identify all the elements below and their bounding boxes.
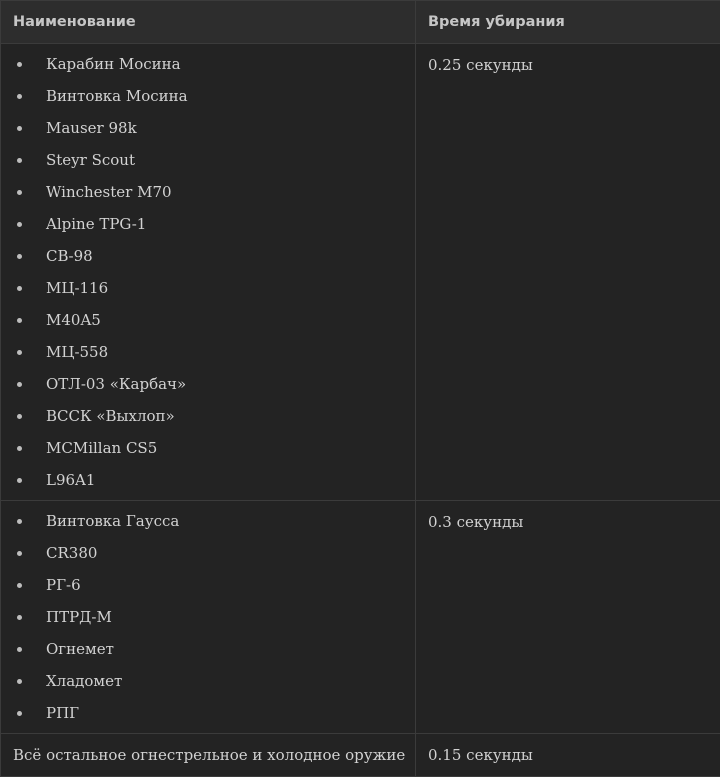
bullet-icon <box>17 519 22 524</box>
weapon-name: МЦ-558 <box>46 343 108 361</box>
weapon-name: Winchester M70 <box>46 183 172 201</box>
bullet-icon <box>17 382 22 387</box>
list-item: CR380 <box>1 537 415 569</box>
list-item: M40A5 <box>1 304 415 336</box>
weapon-list: Карабин Мосина Винтовка Мосина Mauser 98… <box>1 44 415 500</box>
list-item: Винтовка Мосина <box>1 80 415 112</box>
other-weapons-label: Всё остальное огнестрельное и холодное о… <box>1 734 415 776</box>
bullet-icon <box>17 62 22 67</box>
weapon-name: CR380 <box>46 544 97 562</box>
weapon-name: Mauser 98k <box>46 119 137 137</box>
holster-time: 0.15 секунды <box>416 734 720 776</box>
weapon-name: ВССК «Выхлоп» <box>46 407 175 425</box>
list-item: Карабин Мосина <box>1 48 415 80</box>
weapon-name: L96A1 <box>46 471 95 489</box>
table-header-row: Наименование Время убирания <box>1 1 720 44</box>
bullet-icon <box>17 478 22 483</box>
column-header-time: Время убирания <box>416 1 720 44</box>
bullet-icon <box>17 94 22 99</box>
time-cell: 0.3 секунды <box>416 501 720 734</box>
list-item: Огнемет <box>1 633 415 665</box>
list-item: ВССК «Выхлоп» <box>1 400 415 432</box>
weapon-name: Карабин Мосина <box>46 55 181 73</box>
column-header-name: Наименование <box>1 1 416 44</box>
bullet-icon <box>17 583 22 588</box>
weapon-name: ОТЛ-03 «Карбач» <box>46 375 186 393</box>
holster-time: 0.3 секунды <box>416 501 720 534</box>
bullet-icon <box>17 350 22 355</box>
list-item: Alpine TPG-1 <box>1 208 415 240</box>
bullet-icon <box>17 615 22 620</box>
list-item: L96A1 <box>1 464 415 496</box>
bullet-icon <box>17 318 22 323</box>
weapon-name: РГ-6 <box>46 576 81 594</box>
bullet-icon <box>17 647 22 652</box>
table-row: Всё остальное огнестрельное и холодное о… <box>1 734 720 777</box>
weapon-name: Винтовка Гаусса <box>46 512 179 530</box>
list-item: ОТЛ-03 «Карбач» <box>1 368 415 400</box>
holster-time: 0.25 секунды <box>416 44 720 77</box>
weapon-holster-time-table: Наименование Время убирания Карабин Моси… <box>0 0 720 777</box>
list-item: МЦ-116 <box>1 272 415 304</box>
list-item: СВ-98 <box>1 240 415 272</box>
bullet-icon <box>17 446 22 451</box>
weapon-name: M40A5 <box>46 311 101 329</box>
other-weapons-cell: Всё остальное огнестрельное и холодное о… <box>1 734 416 777</box>
weapon-list-cell: Карабин Мосина Винтовка Мосина Mauser 98… <box>1 44 416 501</box>
weapon-name: MCMillan CS5 <box>46 439 157 457</box>
weapon-name: ПТРД-М <box>46 608 112 626</box>
time-cell: 0.25 секунды <box>416 44 720 501</box>
table-row: Винтовка Гаусса CR380 РГ-6 ПТРД-М Огнеме… <box>1 501 720 734</box>
weapon-name: Steyr Scout <box>46 151 135 169</box>
bullet-icon <box>17 711 22 716</box>
list-item: MCMillan CS5 <box>1 432 415 464</box>
weapon-name: Огнемет <box>46 640 114 658</box>
list-item: РПГ <box>1 697 415 729</box>
list-item: ПТРД-М <box>1 601 415 633</box>
weapon-list: Винтовка Гаусса CR380 РГ-6 ПТРД-М Огнеме… <box>1 501 415 733</box>
list-item: Винтовка Гаусса <box>1 505 415 537</box>
bullet-icon <box>17 414 22 419</box>
table-row: Карабин Мосина Винтовка Мосина Mauser 98… <box>1 44 720 501</box>
bullet-icon <box>17 254 22 259</box>
bullet-icon <box>17 158 22 163</box>
list-item: Mauser 98k <box>1 112 415 144</box>
bullet-icon <box>17 126 22 131</box>
weapon-name: Винтовка Мосина <box>46 87 188 105</box>
list-item: Хладомет <box>1 665 415 697</box>
time-cell: 0.15 секунды <box>416 734 720 777</box>
bullet-icon <box>17 190 22 195</box>
weapon-name: РПГ <box>46 704 79 722</box>
bullet-icon <box>17 679 22 684</box>
weapon-list-cell: Винтовка Гаусса CR380 РГ-6 ПТРД-М Огнеме… <box>1 501 416 734</box>
list-item: РГ-6 <box>1 569 415 601</box>
bullet-icon <box>17 222 22 227</box>
weapon-name: Хладомет <box>46 672 122 690</box>
list-item: Winchester M70 <box>1 176 415 208</box>
bullet-icon <box>17 551 22 556</box>
list-item: МЦ-558 <box>1 336 415 368</box>
bullet-icon <box>17 286 22 291</box>
weapon-name: МЦ-116 <box>46 279 108 297</box>
list-item: Steyr Scout <box>1 144 415 176</box>
weapon-name: Alpine TPG-1 <box>46 215 146 233</box>
weapon-name: СВ-98 <box>46 247 93 265</box>
